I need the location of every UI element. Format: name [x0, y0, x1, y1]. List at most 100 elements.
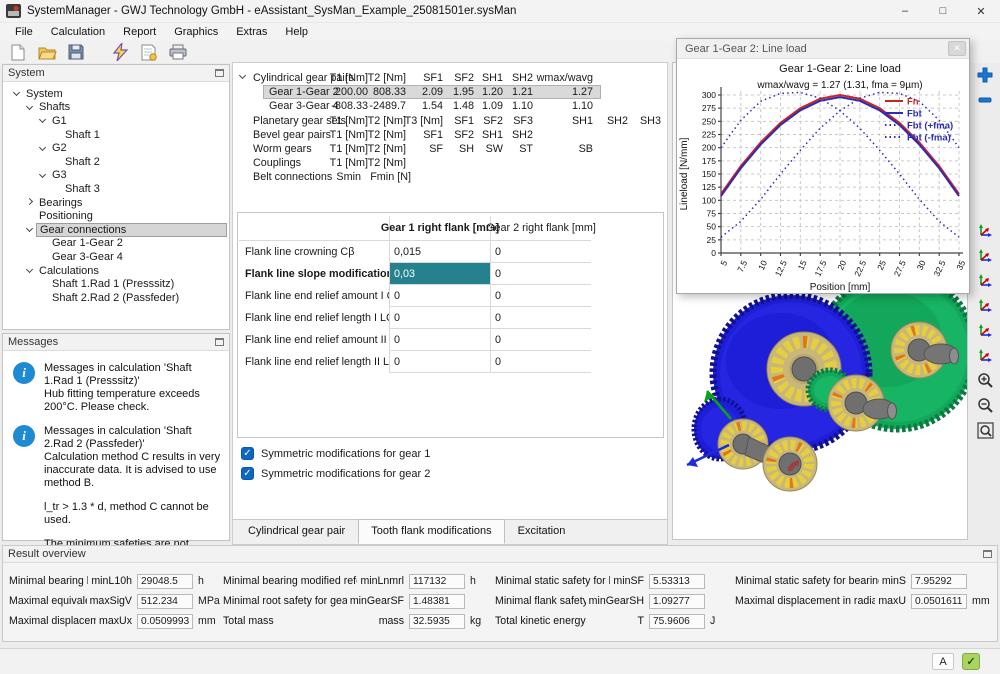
tab-tooth-flank-modifications[interactable]: Tooth flank modifications: [358, 519, 505, 544]
view-orientation-2-icon[interactable]: [974, 245, 996, 266]
menu-report[interactable]: Report: [114, 24, 165, 40]
tree-item-gear-connections[interactable]: Gear connections: [3, 222, 229, 237]
messages-panel: Messages i Messages in calculation 'Shaft…: [2, 333, 230, 563]
chevron-down-icon[interactable]: [38, 170, 47, 178]
new-file-icon[interactable]: [8, 43, 28, 62]
chevron-down-icon[interactable]: [12, 89, 21, 97]
add-icon[interactable]: [974, 64, 996, 85]
svg-text:75: 75: [707, 209, 717, 219]
result-value-box: 29048.5: [137, 573, 193, 589]
tree-item-g2[interactable]: G2: [3, 141, 229, 155]
flank-value-cell[interactable]: 0: [389, 307, 490, 329]
svg-text:150: 150: [702, 169, 716, 179]
flank-value-cell[interactable]: 0: [490, 263, 591, 285]
gear-table-row-worm-gears[interactable]: Worm gears T1 [Nm] T2 [Nm] SF SH SW ST SB: [233, 142, 669, 156]
gear-table-row-cylindrical-gear-pairs[interactable]: Cylindrical gear pairs T1 [Nm] T2 [Nm] SF1 S…: [233, 71, 669, 85]
tab-excitation[interactable]: Excitation: [505, 520, 579, 545]
flank-value-cell[interactable]: 0: [389, 285, 490, 307]
result-symbol: T: [637, 615, 644, 627]
gear-table-row-gear-3-gear-4[interactable]: Gear 3-Gear 4 -808.33 -2489.7 1.54 1.48 1.09 1…: [233, 99, 669, 113]
print-icon[interactable]: [168, 43, 188, 62]
chevron-down-icon[interactable]: [38, 143, 47, 151]
close-button[interactable]: ✕: [962, 0, 1000, 23]
tree-item-shaft-2-rad-2-passfeder[interactable]: Shaft 2.Rad 2 (Passfeder): [3, 291, 229, 305]
chevron-down-icon[interactable]: [38, 116, 47, 124]
checkbox-symmetric-gear-1[interactable]: ✓ Symmetric modifications for gear 1: [241, 447, 430, 460]
tree-item-positioning[interactable]: Positioning: [3, 209, 229, 223]
flank-value-cell[interactable]: 0,03: [389, 263, 490, 285]
result-overview-title: Result overview: [8, 548, 86, 560]
line-load-window-titlebar[interactable]: Gear 1-Gear 2: Line load ✕: [677, 39, 969, 59]
flank-value-cell[interactable]: 0: [490, 351, 591, 373]
tree-item-calculations[interactable]: Calculations: [3, 264, 229, 278]
chevron-down-icon[interactable]: [238, 71, 247, 80]
menu-graphics[interactable]: Graphics: [165, 24, 227, 40]
tree-item-gear-1-gear-2[interactable]: Gear 1-Gear 2: [3, 237, 229, 251]
menu-file[interactable]: File: [6, 24, 42, 40]
minimize-button[interactable]: –: [886, 0, 924, 23]
gear-table-row-belt-connections[interactable]: Belt connections Smin Fmin [N]: [233, 170, 669, 184]
tree-item-bearings[interactable]: Bearings: [3, 196, 229, 210]
menu-extras[interactable]: Extras: [227, 24, 276, 40]
tree-item-label: Shaft 2.Rad 2 (Passfeder): [52, 291, 180, 304]
chevron-down-icon[interactable]: [25, 265, 34, 274]
chevron-right-icon[interactable]: [25, 198, 34, 206]
tree-item-shafts[interactable]: Shafts: [3, 101, 229, 115]
tree-item-g3[interactable]: G3: [3, 169, 229, 183]
line-load-window[interactable]: Gear 1-Gear 2: Line load ✕ 0 25 50 75 100 125…: [676, 38, 970, 294]
open-file-icon[interactable]: [37, 43, 57, 62]
result-symbol: maxU: [878, 595, 906, 607]
maximize-button[interactable]: □: [924, 0, 962, 23]
flank-value-cell[interactable]: 0: [490, 307, 591, 329]
float-panel-icon[interactable]: [215, 338, 224, 346]
view-orientation-5-icon[interactable]: [974, 320, 996, 341]
gear-table-row-couplings[interactable]: Couplings T1 [Nm] T2 [Nm]: [233, 156, 669, 170]
a-button[interactable]: A: [932, 653, 954, 670]
float-panel-icon[interactable]: [215, 69, 224, 77]
tab-cylindrical-gear-pair[interactable]: Cylindrical gear pair: [235, 520, 358, 545]
flank-value-cell[interactable]: 0: [389, 351, 490, 373]
menu-help[interactable]: Help: [276, 24, 317, 40]
gear-cell: T2 [Nm]: [367, 157, 406, 170]
tree-item-gear-3-gear-4[interactable]: Gear 3-Gear 4: [3, 250, 229, 264]
gear-table-row-bevel-gear-pairs[interactable]: Bevel gear pairs T1 [Nm] T2 [Nm] SF1 SF2 SH1 S…: [233, 128, 669, 142]
gear-table-row-gear-1-gear-2[interactable]: Gear 1-Gear 2 200.00 808.33 2.09 1.95 1.20 1.2…: [233, 85, 669, 100]
chevron-down-icon[interactable]: [25, 102, 34, 110]
tree-item-shaft-1-rad-1-presssitz[interactable]: Shaft 1.Rad 1 (Presssitz): [3, 277, 229, 291]
calculate-icon[interactable]: [110, 43, 130, 62]
float-panel-icon[interactable]: [983, 550, 992, 558]
view-orientation-1-icon[interactable]: [974, 220, 996, 241]
tree-item-shaft-1[interactable]: Shaft 1: [3, 128, 229, 142]
checkbox-symmetric-gear-2[interactable]: ✓ Symmetric modifications for gear 2: [241, 467, 430, 480]
remove-icon[interactable]: [974, 89, 996, 110]
zoom-in-icon[interactable]: [974, 370, 996, 391]
title-bar[interactable]: SystemManager - GWJ Technology GmbH - eA…: [0, 0, 1000, 23]
messages-list: i Messages in calculation 'Shaft 1.Rad 1 …: [3, 362, 229, 564]
flank-modifications-groupbox: Gear 1 right flank [mm] Gear 2 right flan…: [237, 212, 664, 438]
report-icon[interactable]: [139, 43, 159, 62]
tree-item-system[interactable]: System: [3, 87, 229, 101]
flank-value-cell[interactable]: 0,015: [389, 241, 490, 263]
chevron-down-icon[interactable]: [25, 225, 34, 233]
flank-row-label-flank-line-end-relief-length-i-lci: Flank line end relief length I LCI: [245, 312, 397, 324]
flank-value-cell[interactable]: 0: [490, 241, 591, 263]
flank-value-cell[interactable]: 0: [389, 329, 490, 351]
flank-value-cell[interactable]: 0: [490, 329, 591, 351]
zoom-out-icon[interactable]: [974, 395, 996, 416]
tree-item-shaft-3[interactable]: Shaft 3: [3, 182, 229, 196]
zoom-fit-icon[interactable]: [974, 420, 996, 441]
checkbox-icon[interactable]: ✓: [241, 447, 254, 460]
gear-table-row-planetary-gear-sets[interactable]: Planetary gear sets T1 [Nm] T2 [Nm] T3 [Nm]…: [233, 114, 669, 128]
close-icon[interactable]: ✕: [948, 41, 966, 56]
view-orientation-3-icon[interactable]: [974, 270, 996, 291]
tree-item-g1[interactable]: G1: [3, 114, 229, 128]
result-symbol: minGearSF: [349, 595, 404, 607]
status-ok-icon[interactable]: ✓: [962, 653, 980, 670]
view-orientation-4-icon[interactable]: [974, 295, 996, 316]
view-orientation-6-icon[interactable]: [974, 345, 996, 366]
flank-value-cell[interactable]: 0: [490, 285, 591, 307]
tree-item-shaft-2[interactable]: Shaft 2: [3, 155, 229, 169]
save-icon[interactable]: [66, 43, 86, 62]
checkbox-icon[interactable]: ✓: [241, 467, 254, 480]
menu-calculation[interactable]: Calculation: [42, 24, 114, 40]
